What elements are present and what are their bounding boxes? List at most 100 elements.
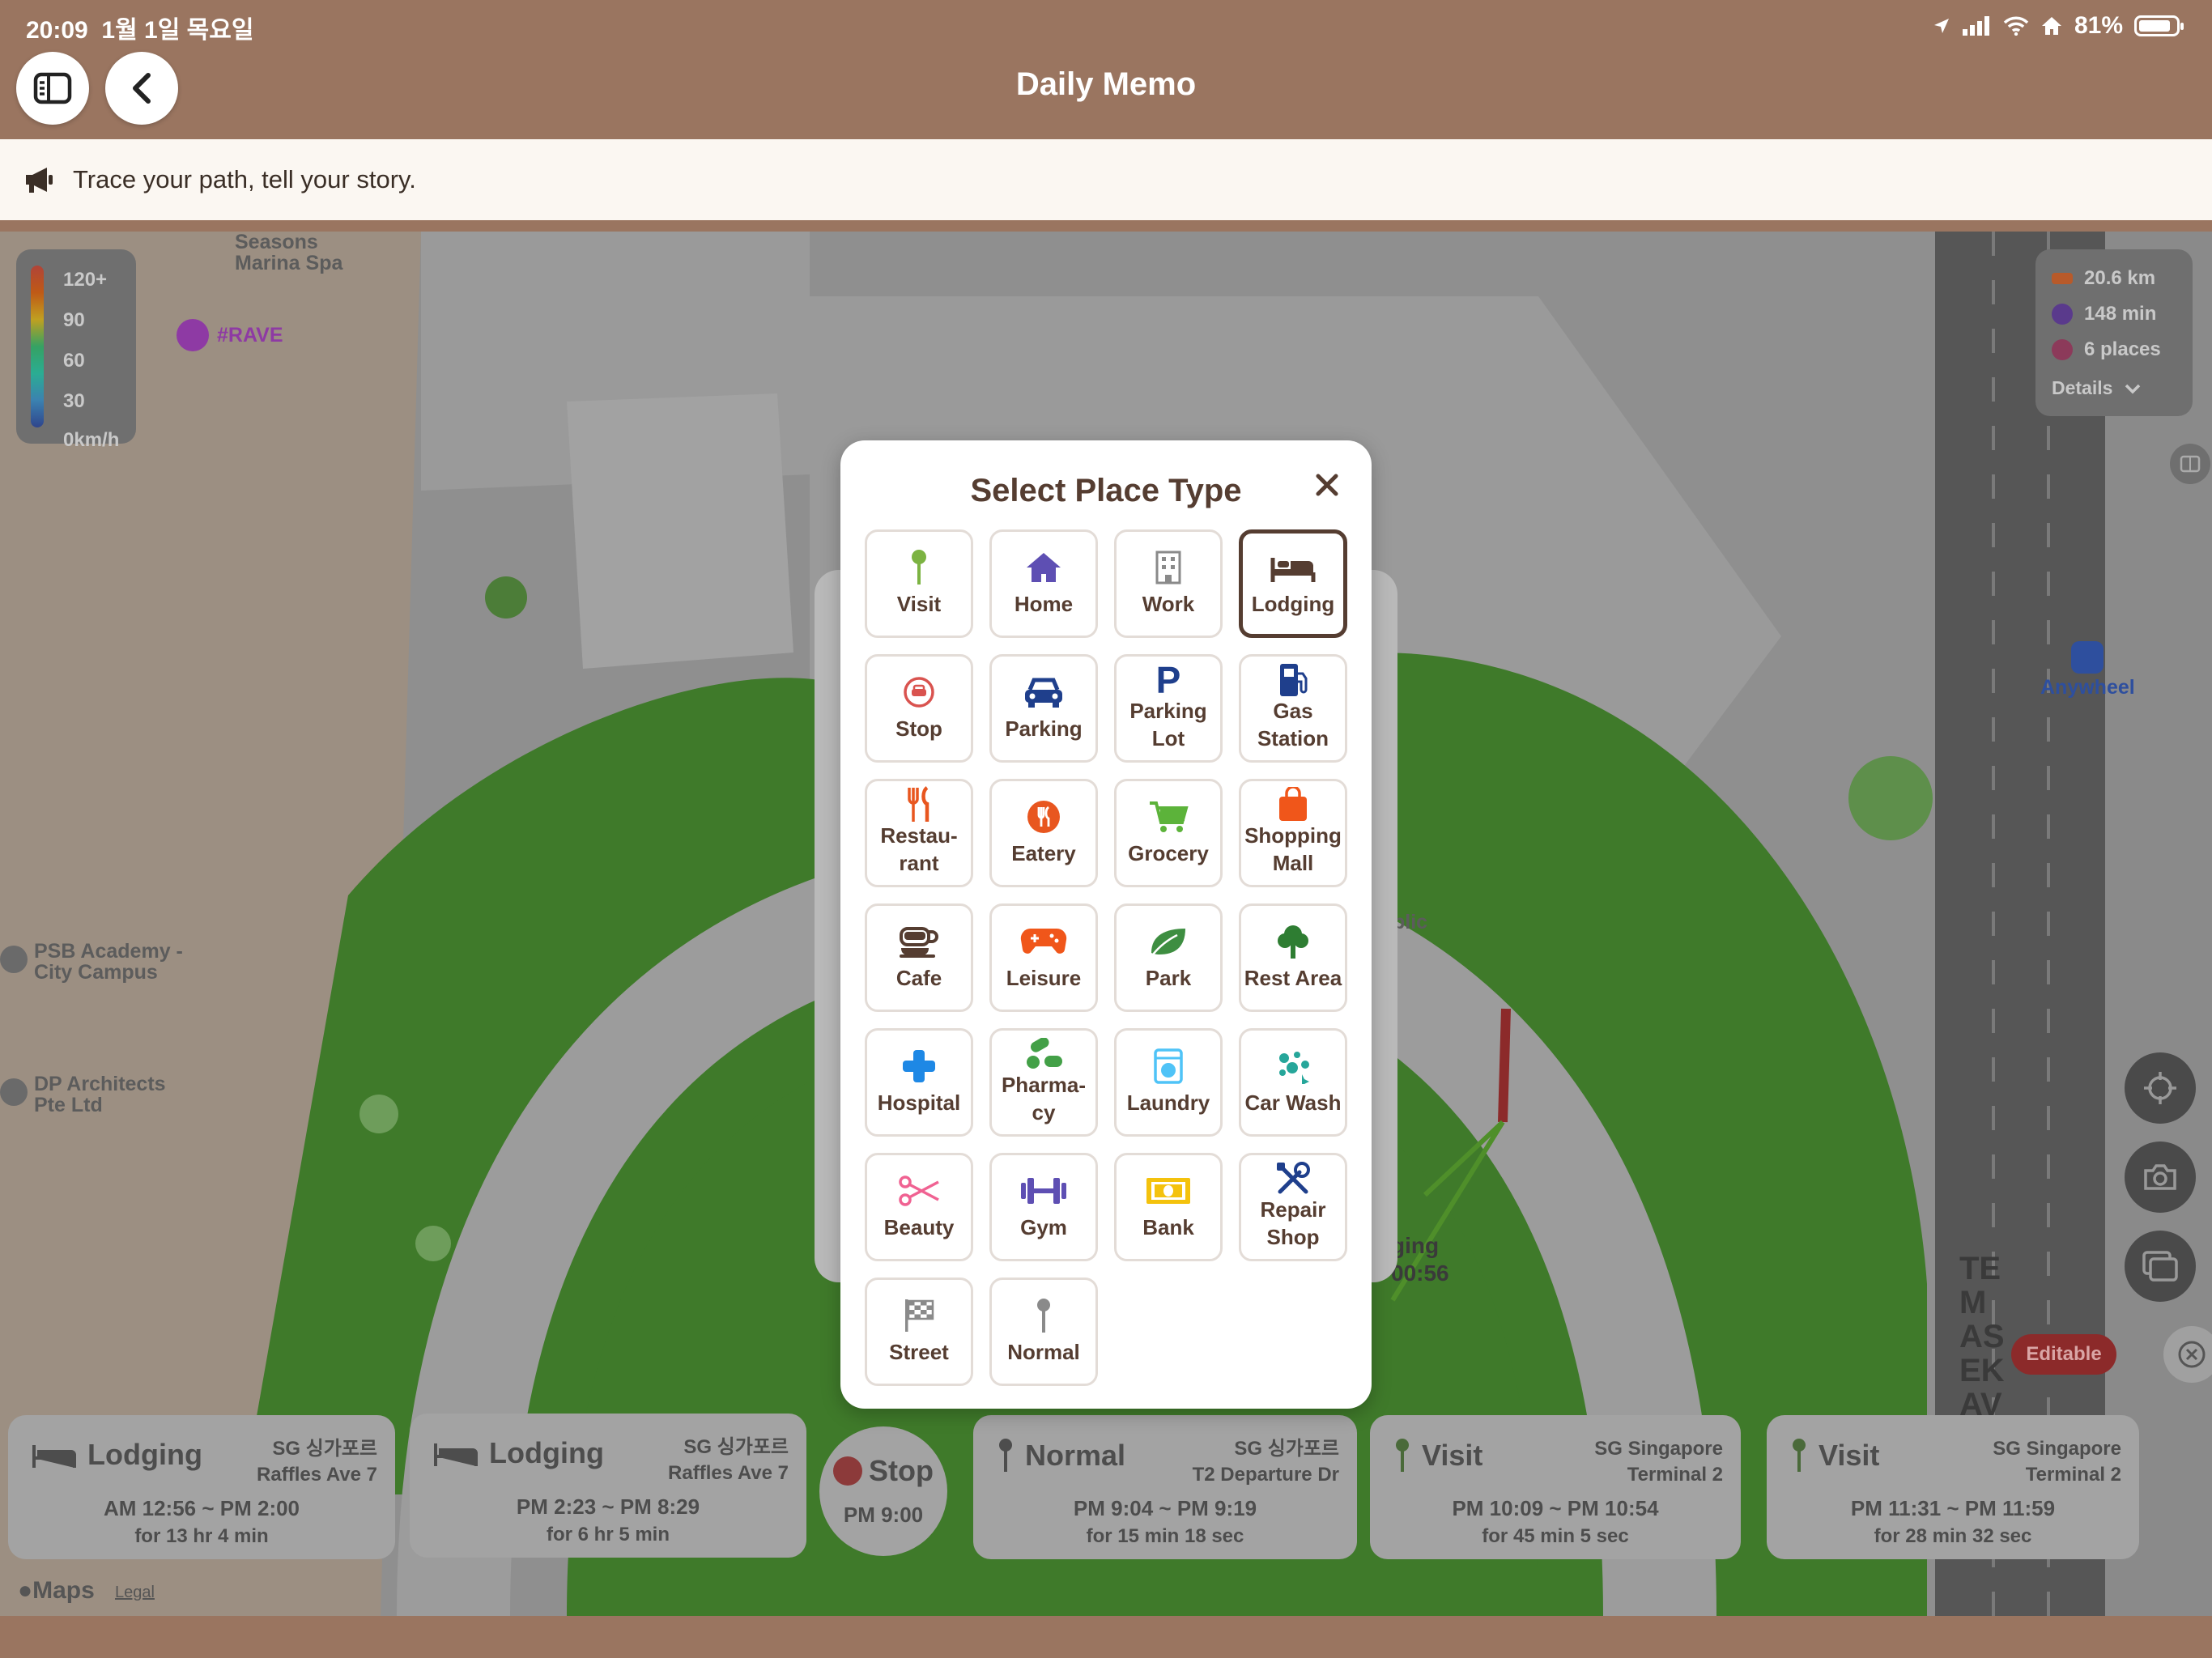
banner-text: Trace your path, tell your story. bbox=[73, 165, 416, 193]
map-label-seasons[interactable]: Seasons Marina Spa bbox=[235, 232, 342, 274]
map-layers-button[interactable] bbox=[2170, 444, 2210, 484]
place-type-label: Laundry bbox=[1126, 1090, 1210, 1116]
place-type-restaurant[interactable]: Restau- rant bbox=[865, 779, 973, 887]
place-type-grocery[interactable]: Grocery bbox=[1114, 779, 1223, 887]
place-type-parking[interactable]: Parking bbox=[989, 654, 1098, 763]
place-type-bank[interactable]: Bank bbox=[1114, 1153, 1223, 1261]
place-type-gasstation[interactable]: Gas Station bbox=[1239, 654, 1347, 763]
speed-legend: 120+ 90 60 30 0km/h bbox=[16, 249, 136, 451]
map-label-rave[interactable]: #RAVE bbox=[177, 319, 283, 351]
place-type-leisure[interactable]: Leisure bbox=[989, 903, 1098, 1012]
map-label-anywheel[interactable]: Anywheel bbox=[2040, 641, 2135, 698]
place-type-home[interactable]: Home bbox=[989, 529, 1098, 638]
map-label-psb[interactable]: PSB Academy - City Campus bbox=[0, 941, 183, 984]
place-type-lodging[interactable]: Lodging bbox=[1239, 529, 1347, 638]
timeline-card-6[interactable]: Visit SG Singapore Terminal 2 PM 11:31 ~ … bbox=[1767, 1415, 2139, 1559]
music-pin-icon bbox=[177, 319, 209, 351]
place-type-work[interactable]: Work bbox=[1114, 529, 1223, 638]
utensils-icon bbox=[904, 786, 934, 823]
place-type-laundry[interactable]: Laundry bbox=[1114, 1028, 1223, 1137]
card-type-label: Visit bbox=[1819, 1439, 1880, 1472]
tree-icon bbox=[1275, 923, 1311, 960]
wifi-icon bbox=[2003, 16, 2029, 36]
place-type-pharmacy[interactable]: Pharma- cy bbox=[989, 1028, 1098, 1137]
place-type-label: Grocery bbox=[1128, 841, 1209, 866]
place-type-park[interactable]: Park bbox=[1114, 903, 1223, 1012]
place-type-cafe[interactable]: Cafe bbox=[865, 903, 973, 1012]
home-status-icon bbox=[2041, 17, 2061, 35]
place-type-stop[interactable]: Stop bbox=[865, 654, 973, 763]
card-place-line2: Terminal 2 bbox=[2025, 1464, 2121, 1486]
place-type-car-wash[interactable]: Car Wash bbox=[1239, 1028, 1347, 1137]
stat-duration: 148 min bbox=[2052, 303, 2156, 325]
card-duration: for 6 hr 5 min bbox=[546, 1524, 670, 1545]
place-type-label: Eatery bbox=[1011, 841, 1076, 866]
timeline-card-2[interactable]: Lodging SG 싱가포르 Raffles Ave 7 PM 2:23 ~ P… bbox=[410, 1414, 806, 1558]
bottom-bar bbox=[0, 1616, 2212, 1658]
card-time: AM 12:56 ~ PM 2:00 bbox=[103, 1496, 300, 1520]
apple-logo-icon: ● bbox=[18, 1577, 33, 1604]
close-button[interactable] bbox=[1307, 465, 1347, 505]
leaf-icon bbox=[1148, 923, 1189, 960]
locate-me-button[interactable] bbox=[2125, 1052, 2196, 1124]
place-type-normal[interactable]: Normal bbox=[989, 1278, 1098, 1386]
card-place: SG Singapore Terminal 2 bbox=[1594, 1436, 1723, 1489]
card-time: PM 9:04 ~ PM 9:19 bbox=[1073, 1496, 1257, 1520]
timeline-card-1[interactable]: Lodging SG 싱가포르 Raffles Ave 7 AM 12:56 ~ … bbox=[8, 1415, 395, 1559]
gray-pin-icon bbox=[1034, 1297, 1053, 1334]
card-time: PM 11:31 ~ PM 11:59 bbox=[1850, 1496, 2056, 1520]
time-partial-text: 00:56 bbox=[1391, 1260, 1449, 1286]
place-type-gym[interactable]: Gym bbox=[989, 1153, 1098, 1261]
lodging-partial-text: ging bbox=[1391, 1233, 1440, 1258]
place-type-beauty[interactable]: Beauty bbox=[865, 1153, 973, 1261]
megaphone-icon bbox=[26, 168, 53, 193]
timeline-card-3[interactable]: Stop PM 9:00 bbox=[819, 1426, 947, 1556]
place-type-parkinglot[interactable]: P Parking Lot bbox=[1114, 654, 1223, 763]
seasons-label-text: Seasons Marina Spa bbox=[235, 232, 343, 275]
bed-icon bbox=[1270, 549, 1317, 586]
card-place-line1: SG Singapore bbox=[1594, 1438, 1723, 1460]
place-type-shoppingmall[interactable]: Shopping Mall bbox=[1239, 779, 1347, 887]
legal-link[interactable]: Legal bbox=[115, 1584, 155, 1602]
coffee-cup-icon bbox=[898, 923, 940, 960]
places-value: 6 places bbox=[2084, 338, 2161, 360]
place-type-visit[interactable]: Visit bbox=[865, 529, 973, 638]
stop-icon bbox=[833, 1456, 862, 1486]
place-type-eatery[interactable]: Eatery bbox=[989, 779, 1098, 887]
timeline-card-4[interactable]: Normal SG 싱가포르 T2 Departure Dr PM 9:04 ~ … bbox=[973, 1415, 1357, 1559]
place-type-rest-area[interactable]: Rest Area bbox=[1239, 903, 1347, 1012]
duration-value: 148 min bbox=[2084, 303, 2157, 325]
place-type-repairshop[interactable]: Repair Shop bbox=[1239, 1153, 1347, 1261]
place-type-label: Park bbox=[1145, 966, 1192, 991]
gallery-button[interactable] bbox=[2125, 1231, 2196, 1302]
card-type-label: Stop bbox=[869, 1454, 934, 1487]
place-type-label: Hospital bbox=[877, 1090, 961, 1116]
scissors-icon bbox=[897, 1172, 941, 1209]
washing-machine-icon bbox=[1153, 1048, 1184, 1085]
card-type: Visit bbox=[1394, 1438, 1482, 1473]
stat-distance: 20.6 km bbox=[2052, 267, 2155, 290]
place-type-hospital[interactable]: Hospital bbox=[865, 1028, 973, 1137]
card-place: SG 싱가포르 Raffles Ave 7 bbox=[257, 1436, 377, 1489]
map-label-dp[interactable]: DP Architects Pte Ltd bbox=[0, 1073, 166, 1116]
card-type: Lodging bbox=[32, 1438, 202, 1472]
card-place-line2: Terminal 2 bbox=[1627, 1464, 1723, 1486]
school-pin-icon bbox=[0, 946, 28, 973]
distance-value: 20.6 km bbox=[2084, 267, 2156, 289]
map-label-partial-public: blic bbox=[1393, 911, 1428, 933]
building-icon bbox=[1154, 549, 1183, 586]
close-circle-icon bbox=[2178, 1341, 2206, 1368]
editable-badge[interactable]: Editable bbox=[2011, 1334, 2116, 1375]
cart-icon bbox=[1148, 798, 1189, 835]
pin-icon bbox=[1793, 1439, 1806, 1472]
details-label: Details bbox=[2052, 377, 2113, 398]
details-button[interactable]: Details bbox=[2052, 377, 2142, 399]
place-type-label: Gas Station bbox=[1257, 699, 1329, 750]
dialog-title: Select Place Type bbox=[970, 473, 1242, 508]
speed-tick: 120+ bbox=[63, 269, 108, 291]
card-time: PM 9:00 bbox=[843, 1503, 924, 1527]
camera-button[interactable] bbox=[2125, 1141, 2196, 1213]
bed-icon bbox=[434, 1443, 478, 1466]
timeline-card-5[interactable]: Visit SG Singapore Terminal 2 PM 10:09 ~ … bbox=[1370, 1415, 1741, 1559]
place-type-street[interactable]: Street bbox=[865, 1278, 973, 1386]
